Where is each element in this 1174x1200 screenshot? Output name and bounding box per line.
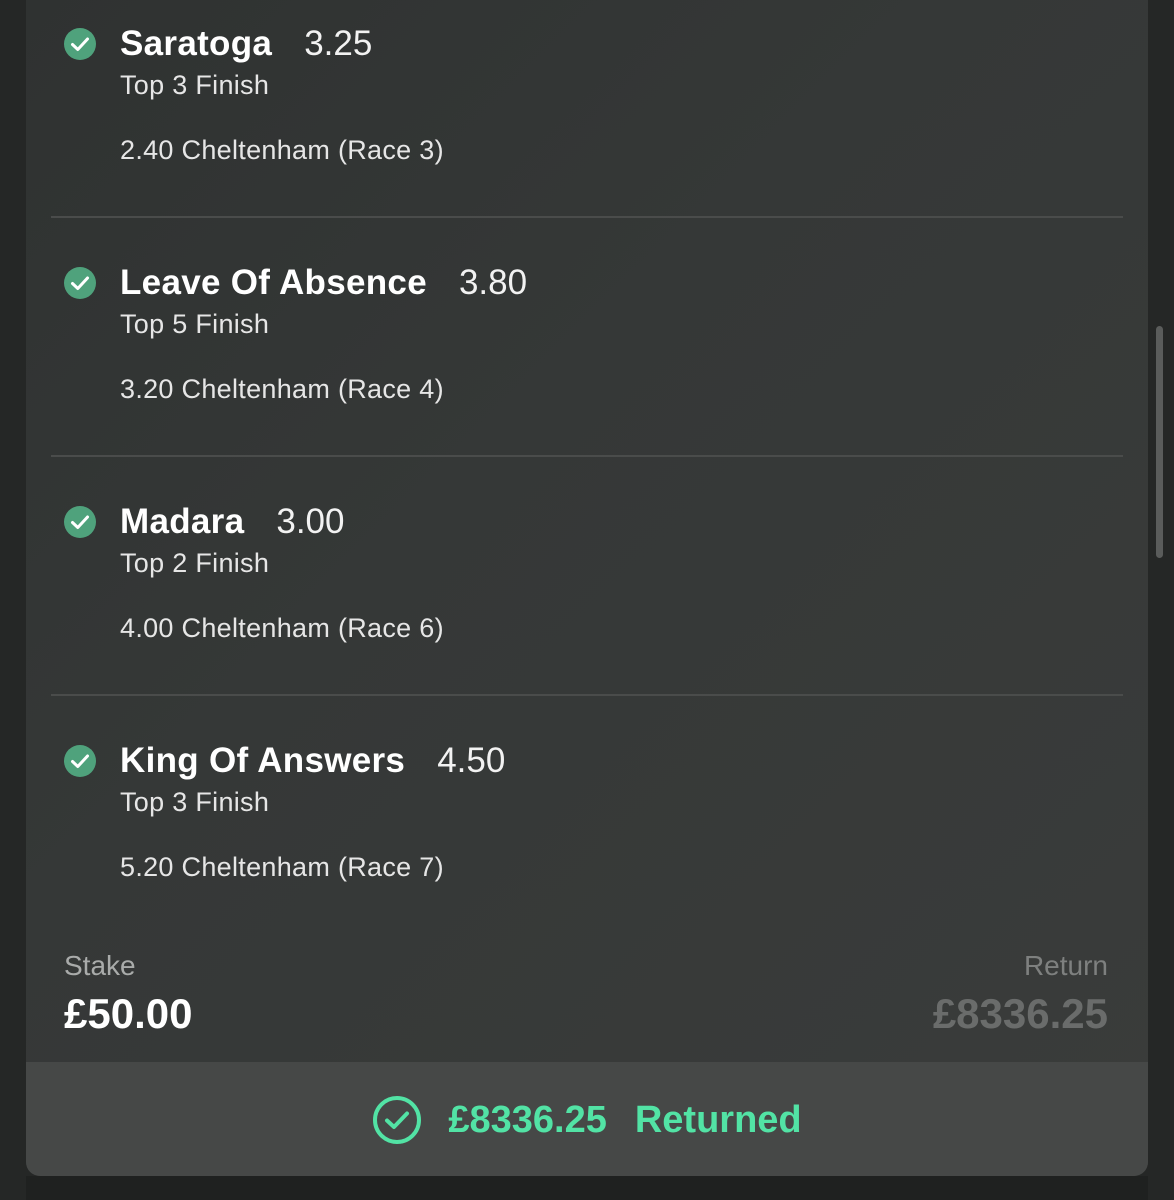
- check-circle-icon: [64, 506, 96, 538]
- bet-leg-1: Saratoga 3.25 Top 3 Finish 2.40 Cheltenha…: [26, 0, 1148, 238]
- market-name: Top 2 Finish: [120, 548, 270, 578]
- divider: [51, 694, 1123, 696]
- returned-content: £8336.25 Returned: [26, 1092, 1148, 1148]
- selection-odds: 3.80: [458, 263, 528, 302]
- selection-odds: 4.50: [437, 741, 506, 780]
- return-value: £8336.25: [932, 990, 1108, 1037]
- selection-row: Leave Of Absence 3.80: [120, 263, 527, 303]
- returned-banner: £8336.25 Returned: [26, 1062, 1148, 1176]
- selection-name: Saratoga: [120, 24, 273, 63]
- card-shadow: [26, 1176, 1148, 1200]
- selection-name: Leave Of Absence: [120, 263, 427, 302]
- check-circle-icon: [64, 267, 96, 299]
- scrollbar[interactable]: [1156, 326, 1163, 558]
- stake-value: £50.00: [64, 990, 193, 1037]
- selection-row: King Of Answers 4.50: [120, 741, 505, 781]
- market-name: Top 3 Finish: [120, 70, 270, 100]
- bet-leg-4: King Of Answers 4.50 Top 3 Finish 5.20 Ch…: [26, 717, 1148, 955]
- check-circle-icon: [64, 28, 96, 60]
- selection-odds: 3.00: [276, 502, 345, 541]
- stake-label: Stake: [64, 950, 136, 981]
- event-name: 5.20 Cheltenham (Race 7): [120, 852, 444, 882]
- check-circle-outline-icon: [373, 1096, 422, 1144]
- market-name: Top 3 Finish: [120, 787, 270, 817]
- returned-label: Returned: [634, 1098, 802, 1141]
- divider: [51, 216, 1123, 218]
- selection-name: Madara: [120, 502, 245, 541]
- return-label: Return: [1023, 950, 1108, 981]
- bet-slip-card: Saratoga 3.25 Top 3 Finish 2.40 Cheltenha…: [26, 0, 1148, 1176]
- bet-leg-3: Madara 3.00 Top 2 Finish 4.00 Cheltenham …: [26, 478, 1148, 716]
- returned-amount: £8336.25: [448, 1098, 607, 1141]
- event-name: 4.00 Cheltenham (Race 6): [120, 613, 444, 643]
- event-name: 3.20 Cheltenham (Race 4): [120, 374, 444, 404]
- selection-row: Madara 3.00: [120, 502, 344, 542]
- bet-leg-2: Leave Of Absence 3.80 Top 5 Finish 3.20 C…: [26, 239, 1148, 477]
- divider: [51, 455, 1123, 457]
- check-circle-icon: [64, 745, 96, 777]
- event-name: 2.40 Cheltenham (Race 3): [120, 135, 444, 165]
- market-name: Top 5 Finish: [120, 309, 270, 339]
- selection-row: Saratoga 3.25: [120, 24, 372, 64]
- selection-odds: 3.25: [304, 24, 373, 63]
- selection-name: King Of Answers: [120, 741, 406, 780]
